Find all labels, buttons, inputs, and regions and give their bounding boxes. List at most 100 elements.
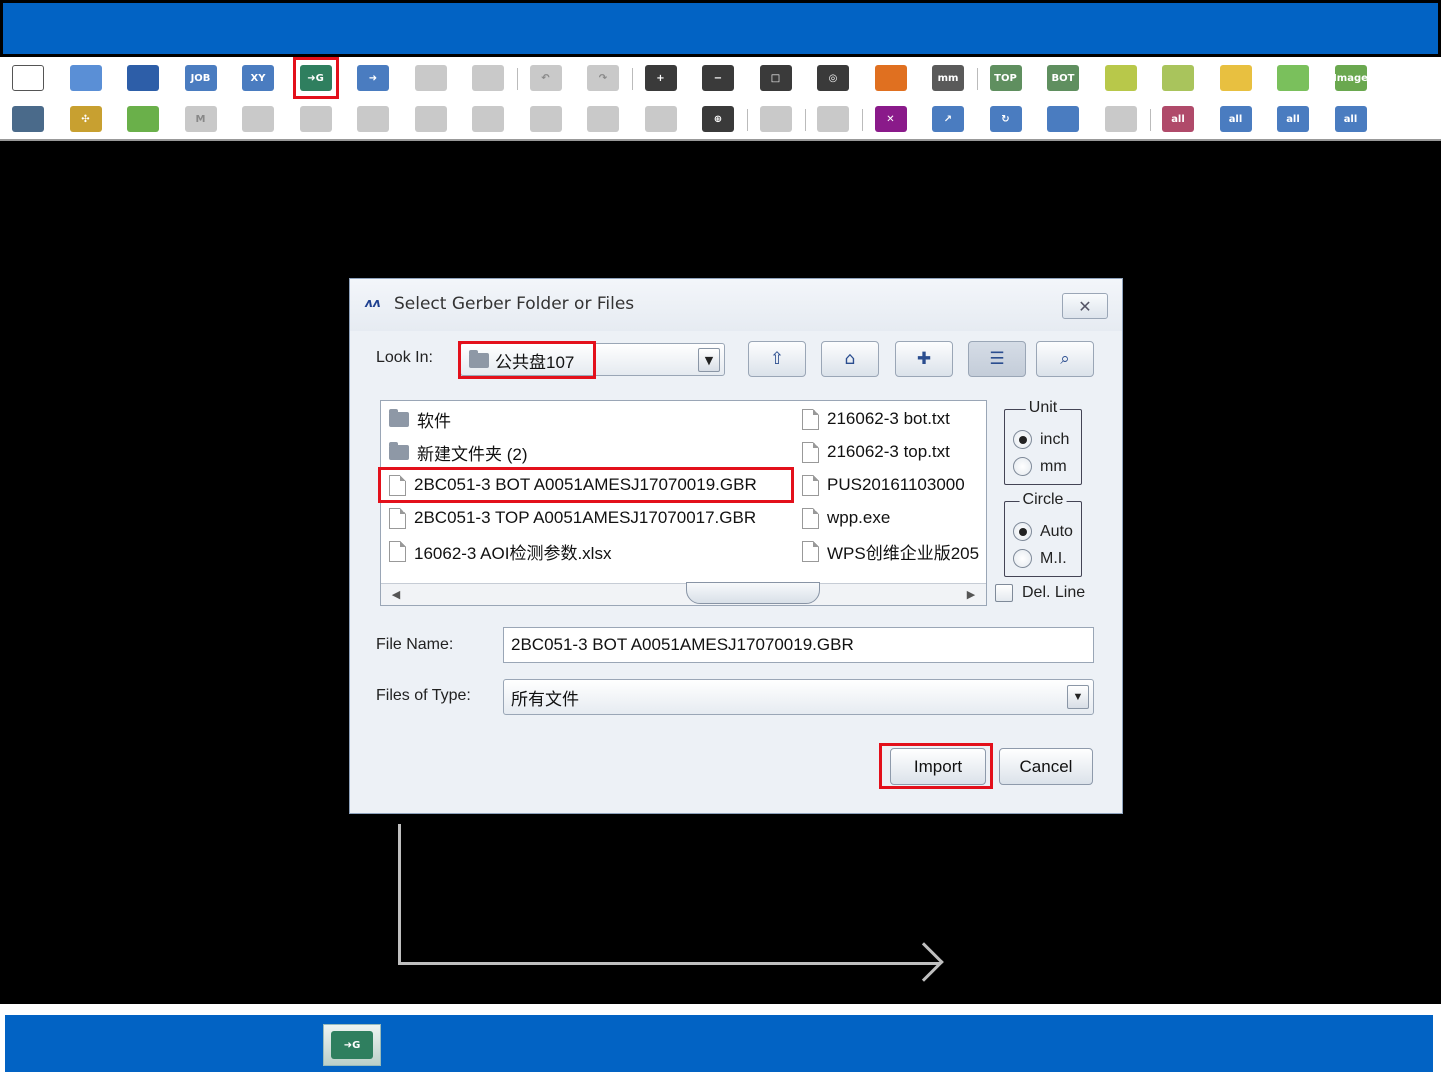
file-name-input[interactable]: 2BC051-3 BOT A0051AMESJ17070019.GBR <box>503 627 1094 663</box>
circle-auto-radio[interactable]: Auto <box>1013 522 1073 541</box>
align-button[interactable] <box>1043 101 1083 137</box>
new-file-button[interactable] <box>8 60 48 96</box>
new-folder-button[interactable]: ✚ <box>895 341 953 377</box>
all-parts-icon: all <box>1334 106 1367 132</box>
up-folder-button[interactable]: ⇧ <box>748 341 806 377</box>
undo-button[interactable]: ↶ <box>526 60 566 96</box>
all-top-icon: all <box>1162 106 1194 132</box>
target-button[interactable]: ⊕ <box>698 101 748 137</box>
gear-disabled-button[interactable] <box>756 101 806 137</box>
mark-disabled-button[interactable]: M <box>181 101 221 137</box>
home-button[interactable]: ⌂ <box>821 341 879 377</box>
cancel-button[interactable]: Cancel <box>999 748 1093 785</box>
file-item-label: 16062-3 AOI检测参数.xlsx <box>414 543 612 563</box>
files-of-type-select[interactable]: 所有文件 ▼ <box>503 679 1094 715</box>
all-layers-button[interactable]: all <box>1273 101 1313 137</box>
measure-mm-icon: mm <box>932 65 964 91</box>
mirror-disabled-button[interactable] <box>238 101 278 137</box>
import-button[interactable]: Import <box>890 748 986 785</box>
bot-view-button[interactable]: BOT <box>1043 60 1083 96</box>
net-disabled-button[interactable] <box>813 101 863 137</box>
file-item-label: 新建文件夹 (2) <box>417 444 528 464</box>
file-item[interactable]: 16062-3 AOI检测参数.xlsx <box>381 536 791 566</box>
top-view-button[interactable]: TOP <box>986 60 1026 96</box>
align-disabled-button[interactable] <box>1101 101 1151 137</box>
job-icon: JOB <box>184 65 217 91</box>
link-disabled-button[interactable] <box>641 101 681 137</box>
unit-mm-radio[interactable]: mm <box>1013 457 1067 476</box>
folder-item[interactable]: 新建文件夹 (2) <box>381 437 791 467</box>
chip2-disabled-button[interactable] <box>468 101 508 137</box>
job-button[interactable]: JOB <box>181 60 221 96</box>
list-view-button[interactable]: ☰ <box>968 341 1026 377</box>
rotate-button[interactable]: ↻ <box>986 101 1026 137</box>
all-top-button[interactable]: all <box>1158 101 1198 137</box>
layer-list-button[interactable] <box>871 60 911 96</box>
details-view-button[interactable]: ⌕ <box>1036 341 1094 377</box>
delete-button[interactable]: ✕ <box>871 101 911 137</box>
zoom-in-icon: + <box>644 65 677 91</box>
chevron-down-icon[interactable]: ▼ <box>1067 685 1089 709</box>
xy-button[interactable]: XY <box>238 60 278 96</box>
board-icon <box>127 106 159 132</box>
redo-button[interactable]: ↷ <box>583 60 633 96</box>
file-item[interactable]: PUS20161103000 <box>794 470 986 500</box>
layers-disabled-button[interactable] <box>468 60 518 96</box>
scrollbar-thumb[interactable] <box>686 582 820 604</box>
horizontal-scrollbar[interactable]: ◀ ▶ <box>381 582 986 605</box>
measure-mm-button[interactable]: mm <box>928 60 978 96</box>
blocks-disabled-button[interactable] <box>583 101 623 137</box>
file-item[interactable]: 216062-3 top.txt <box>794 437 986 467</box>
file-list[interactable]: 软件新建文件夹 (2) 2BC051-3 BOT A0051AMESJ170700… <box>378 400 987 606</box>
move-icon: ↗ <box>932 106 964 132</box>
all-bottom-button[interactable]: all <box>1216 101 1256 137</box>
image-icon: Image <box>1334 65 1367 91</box>
list-view-icon: ☰ <box>989 349 1005 369</box>
import-gerber-button[interactable]: ➜G <box>292 57 339 99</box>
del-line-checkbox[interactable]: Del. Line <box>995 584 1085 602</box>
array2-disabled-button[interactable] <box>353 101 393 137</box>
look-in-dropdown[interactable]: 公共盘107 ▼ <box>458 341 725 379</box>
outline-button[interactable] <box>1101 60 1141 96</box>
origin-button[interactable]: ✣ <box>66 101 106 137</box>
file-icon <box>389 507 406 529</box>
zoom-fit-button[interactable]: ◎ <box>813 60 853 96</box>
radio-on <box>1013 430 1032 449</box>
zoom-window-button[interactable]: □ <box>756 60 796 96</box>
edit-button[interactable] <box>1216 60 1256 96</box>
image-button[interactable]: Image <box>1331 60 1371 96</box>
folder-icon <box>389 441 409 460</box>
secondary-toolbar: ✣ M ⊕ ✕ ↗ ↻ all all all all <box>0 99 1441 141</box>
open-folder-button[interactable] <box>66 60 106 96</box>
chevron-down-icon[interactable]: ▼ <box>698 348 720 372</box>
component-button[interactable] <box>1158 60 1198 96</box>
radio-off <box>1013 549 1032 568</box>
array-disabled-button[interactable] <box>296 101 336 137</box>
all-parts-button[interactable]: all <box>1331 101 1371 137</box>
close-button[interactable]: ✕ <box>1062 293 1108 319</box>
export-button[interactable]: ➜ <box>353 60 393 96</box>
file-item[interactable]: 2BC051-3 TOP A0051AMESJ17070017.GBR <box>381 503 791 533</box>
zoom-out-button[interactable]: − <box>698 60 738 96</box>
align-disabled-icon <box>1104 106 1137 132</box>
file-item[interactable]: wpp.exe <box>794 503 986 533</box>
zoom-in-button[interactable]: + <box>641 60 681 96</box>
scroll-right-icon[interactable]: ▶ <box>958 586 984 603</box>
move-button[interactable]: ↗ <box>928 101 968 137</box>
folder-item[interactable]: 软件 <box>381 404 791 434</box>
ruler-button[interactable] <box>8 101 48 137</box>
chip-disabled-icon <box>414 106 447 132</box>
redo-icon: ↷ <box>587 65 619 91</box>
grid-disabled-button[interactable] <box>411 60 451 96</box>
save-button[interactable] <box>123 60 163 96</box>
scroll-left-icon[interactable]: ◀ <box>383 586 409 603</box>
file-item[interactable]: 2BC051-3 BOT A0051AMESJ17070019.GBR <box>378 467 794 503</box>
panel-button[interactable] <box>1273 60 1313 96</box>
file-item[interactable]: WPS创维企业版205 <box>794 536 986 566</box>
board-button[interactable] <box>123 101 163 137</box>
circle-mi-radio[interactable]: M.I. <box>1013 549 1067 568</box>
chip-disabled-button[interactable] <box>411 101 451 137</box>
chip3-disabled-button[interactable] <box>526 101 566 137</box>
file-item[interactable]: 216062-3 bot.txt <box>794 404 986 434</box>
unit-inch-radio[interactable]: inch <box>1013 430 1069 449</box>
